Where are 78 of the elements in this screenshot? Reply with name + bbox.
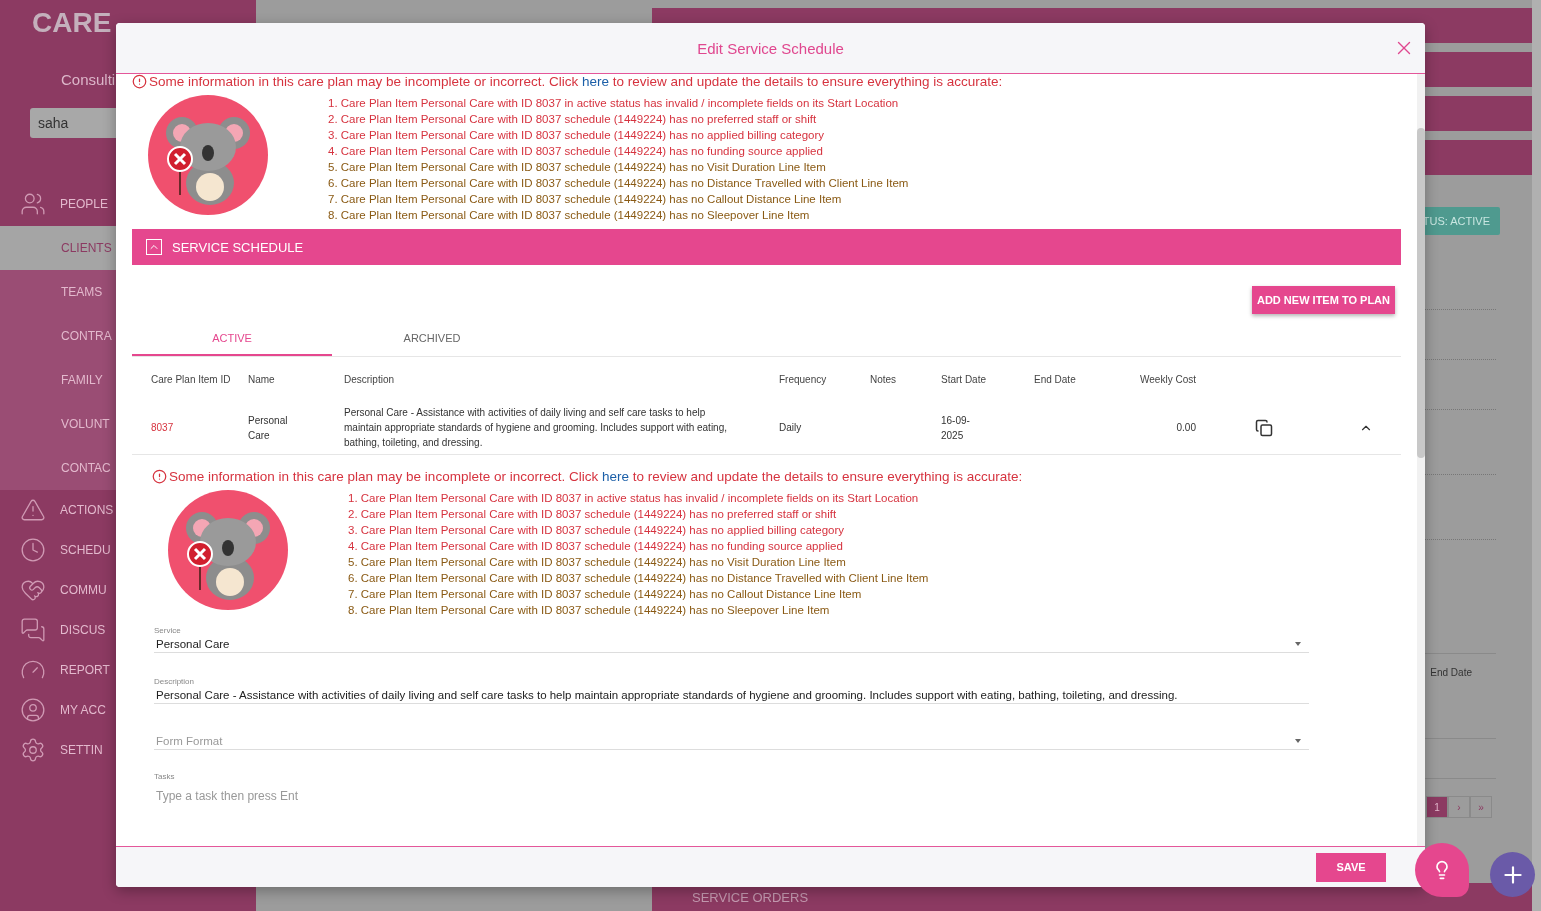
tab[interactable]: ARCHIVED (332, 322, 532, 356)
warning-icon[interactable] (20, 497, 46, 523)
field-placeholder: Form Format (156, 735, 223, 747)
warning-message: Some information in this care plan may be incomplete or incorrect. Click here to review and update the details to ensure everything is accurate: (149, 74, 1003, 89)
warning-item: 5. Care Plan Item Personal Care with ID 8037 schedule (1449224) has no Visit Duration Line Item (348, 555, 847, 570)
table-cell-text: 0.00 (1176, 421, 1196, 435)
user-icon[interactable] (20, 697, 46, 723)
scrollbar[interactable] (1417, 128, 1425, 458)
review-link[interactable]: here (581, 74, 609, 89)
column-header: Description (344, 373, 395, 385)
select-field[interactable]: Form Format (154, 732, 1309, 750)
warning-message: Some information in this care plan may be incomplete or incorrect. Click here to review and update the details to ensure everything is accurate: (169, 469, 1023, 484)
nav-item[interactable]: COMMU (60, 583, 107, 597)
column-header: Notes (870, 373, 897, 385)
page-button[interactable]: » (1470, 796, 1492, 818)
column-header: Weekly Cost (1140, 373, 1196, 385)
people-icon[interactable] (20, 191, 46, 217)
nav-item[interactable]: REPORT (60, 663, 110, 677)
nav-item[interactable]: ACTIONS (60, 503, 114, 517)
warning-item: 2. Care Plan Item Personal Care with ID 8037 schedule (1449224) has no preferred staff or shift (328, 112, 818, 127)
review-link[interactable]: here (601, 469, 629, 484)
nav-item[interactable]: MY ACC (60, 703, 106, 717)
warning-item: 8. Care Plan Item Personal Care with ID 8037 schedule (1449224) has no Sleepover Line Item (348, 603, 831, 618)
field-label: Tasks (154, 772, 176, 781)
table-cell-text: 8037 (151, 421, 174, 435)
page-button[interactable]: › (1448, 796, 1470, 818)
field-value: Personal Care - Assistance with activities of daily living and self care tasks to help maintain appropriate standards of hygiene and grooming. Includes support with eating, bathing, toileting, and dressing. (156, 689, 1178, 701)
column-header: Name (248, 373, 275, 385)
column-header: Start Date (941, 373, 987, 385)
field-label: Description (154, 677, 195, 686)
warning-item: 6. Care Plan Item Personal Care with ID 8037 schedule (1449224) has no Distance Travelled with Client Line Item (328, 176, 909, 191)
modal-title: Edit Service Schedule (697, 39, 844, 57)
warning-item: 8. Care Plan Item Personal Care with ID 8037 schedule (1449224) has no Sleepover Line Item (328, 208, 811, 223)
column-header: End Date (1034, 373, 1076, 385)
caret-icon (1295, 642, 1301, 646)
add-item-button[interactable]: ADD NEW ITEM TO PLAN (1252, 286, 1395, 314)
table-cell-text: Personal Care (248, 413, 289, 443)
column-header: End Date (1430, 667, 1472, 678)
text-field[interactable] (154, 677, 1309, 704)
section-title: SERVICE SCHEDULE (172, 239, 304, 255)
column-header: Frequency (779, 373, 827, 385)
nav-item[interactable]: SETTIN (60, 743, 103, 757)
clock-icon[interactable] (20, 537, 46, 563)
warning-item: 7. Care Plan Item Personal Care with ID 8037 schedule (1449224) has no Callout Distance Line Item (348, 587, 863, 602)
warning-item: 7. Care Plan Item Personal Care with ID 8037 schedule (1449224) has no Callout Distance Line Item (328, 192, 843, 207)
warning-item: 1. Care Plan Item Personal Care with ID 8037 in active status has invalid / incomplete fields on its Start Location (328, 96, 900, 111)
table-cell-text: Personal Care - Assistance with activities of daily living and self care tasks to help maintain appropriate standards of hygiene and grooming. Includes support with eating, bathing, toileting, and dressing. (344, 406, 729, 450)
scrollbar[interactable] (1532, 0, 1541, 911)
chat-icon[interactable] (20, 617, 46, 643)
warning-item: 2. Care Plan Item Personal Care with ID 8037 schedule (1449224) has no preferred staff or shift (348, 507, 838, 522)
caret-icon (1295, 739, 1301, 743)
nav-item[interactable]: PEOPLE (60, 197, 109, 211)
warning-item: 4. Care Plan Item Personal Care with ID 8037 schedule (1449224) has no funding source applied (348, 539, 844, 554)
tab[interactable]: ACTIVE (132, 322, 332, 356)
warning-item: 3. Care Plan Item Personal Care with ID 8037 schedule (1449224) has no applied billing category (348, 523, 846, 538)
alert-icon (152, 469, 167, 484)
page-button[interactable]: 1 (1426, 796, 1448, 818)
table-cell-text: 16-09-2025 (941, 413, 971, 443)
tips-button[interactable] (1415, 843, 1469, 897)
select-field[interactable]: Service Personal Care (154, 626, 1309, 653)
logo: CARE (32, 8, 112, 38)
alert-icon (132, 74, 147, 89)
nav-item[interactable]: SCHEDU (60, 543, 111, 557)
save-button[interactable]: SAVE (1316, 852, 1386, 882)
warning-item: 6. Care Plan Item Personal Care with ID 8037 schedule (1449224) has no Distance Travelled with Client Line Item (348, 571, 929, 586)
column-header: Care Plan Item ID (151, 373, 231, 385)
warning-item: 3. Care Plan Item Personal Care with ID 8037 schedule (1449224) has no applied billing category (328, 128, 826, 143)
field-value: Personal Care (156, 638, 230, 650)
organization-name: Consulti (61, 71, 116, 88)
copy-icon[interactable] (1254, 418, 1273, 437)
warning-item: 4. Care Plan Item Personal Care with ID 8037 schedule (1449224) has no funding source applied (328, 144, 824, 159)
nav-item[interactable]: DISCUS (60, 623, 106, 637)
warning-item: 5. Care Plan Item Personal Care with ID 8037 schedule (1449224) has no Visit Duration Line Item (328, 160, 827, 175)
table-cell-text: Daily (779, 421, 802, 435)
field-label: Service (154, 626, 182, 635)
section-title: SERVICE ORDERS (692, 889, 809, 905)
warning-item: 1. Care Plan Item Personal Care with ID 8037 in active status has invalid / incomplete fields on its Start Location (348, 491, 920, 506)
settings-icon[interactable] (20, 737, 46, 763)
